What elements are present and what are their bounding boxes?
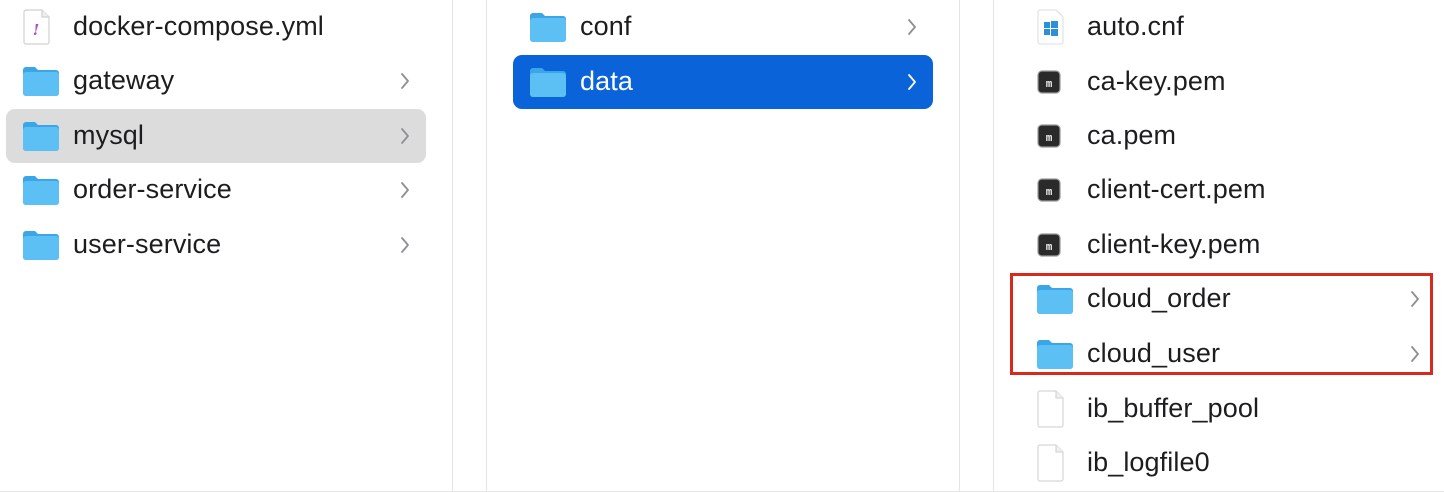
file-item-client-key-pem[interactable]: m client-key.pem [1004,218,1444,272]
item-label: cloud_order [1087,282,1231,313]
folder-icon [22,65,60,97]
terminal-exec-icon: m [1036,232,1062,258]
svg-text:m: m [1046,240,1053,253]
folder-item-cloud-order[interactable]: cloud_order [1004,272,1444,326]
file-item-client-cert-pem[interactable]: m client-cert.pem [1004,163,1444,217]
item-label: data [580,65,633,96]
terminal-exec-icon: m [1036,177,1062,203]
svg-text:m: m [1046,77,1053,90]
file-item-ib-logfile0[interactable]: ib_logfile0 [1004,436,1444,490]
chevron-right-icon [1411,346,1419,362]
item-label: gateway [73,64,175,95]
folder-icon [529,11,567,43]
document-icon [1036,444,1066,482]
chevron-right-icon [401,182,409,198]
item-label: conf [580,10,632,41]
folder-icon [1036,338,1074,370]
svg-text:m: m [1046,131,1053,144]
item-label: user-service [73,228,222,259]
folder-icon [22,229,60,261]
folder-icon [1036,283,1074,315]
folder-item-gateway[interactable]: gateway [6,54,426,108]
item-label: client-cert.pem [1087,173,1266,204]
folder-item-cloud-user[interactable]: cloud_user [1004,327,1444,381]
chevron-right-icon [401,237,409,253]
item-label: mysql [73,119,145,150]
file-item-ib-buffer-pool[interactable]: ib_buffer_pool [1004,382,1444,436]
item-label: auto.cnf [1087,10,1184,41]
column-2[interactable]: conf data [487,0,959,492]
chevron-right-icon [1411,291,1419,307]
column-divider[interactable] [452,0,453,492]
svg-text:!: ! [33,21,40,39]
folder-icon [529,66,567,98]
item-label: docker-compose.yml [73,10,324,41]
column-3[interactable]: auto.cnf m ca-key.pem m ca.pem m client-… [994,0,1444,492]
folder-item-order-service[interactable]: order-service [6,163,426,217]
file-item-ca-pem[interactable]: m ca.pem [1004,109,1444,163]
svg-text:m: m [1046,185,1053,198]
column-divider[interactable] [959,0,960,492]
chevron-right-icon [401,128,409,144]
item-label: ca.pem [1087,119,1177,150]
item-label: ib_logfile0 [1087,446,1210,477]
item-label: ib_buffer_pool [1087,392,1260,423]
item-label: order-service [73,173,232,204]
folder-item-data[interactable]: data [513,55,933,109]
finder-column-view: ! docker-compose.yml gateway mysql order… [0,0,1444,492]
file-item-docker-compose[interactable]: ! docker-compose.yml [6,0,426,54]
folder-item-conf[interactable]: conf [513,0,933,54]
chevron-right-icon [908,19,916,35]
column-1[interactable]: ! docker-compose.yml gateway mysql order… [0,0,452,492]
terminal-exec-icon: m [1036,69,1062,95]
document-icon [1036,390,1066,428]
yaml-file-icon: ! [22,9,52,45]
windows-file-icon [1036,9,1066,45]
chevron-right-icon [401,73,409,89]
item-label: client-key.pem [1087,228,1261,259]
item-label: ca-key.pem [1087,65,1226,96]
terminal-exec-icon: m [1036,123,1062,149]
item-label: cloud_user [1087,337,1221,368]
folder-item-mysql[interactable]: mysql [6,109,426,163]
file-item-ca-key-pem[interactable]: m ca-key.pem [1004,55,1444,109]
chevron-right-icon [908,74,916,90]
folder-item-user-service[interactable]: user-service [6,218,426,272]
file-item-auto-cnf[interactable]: auto.cnf [1004,0,1444,54]
folder-icon [22,120,60,152]
folder-icon [22,174,60,206]
